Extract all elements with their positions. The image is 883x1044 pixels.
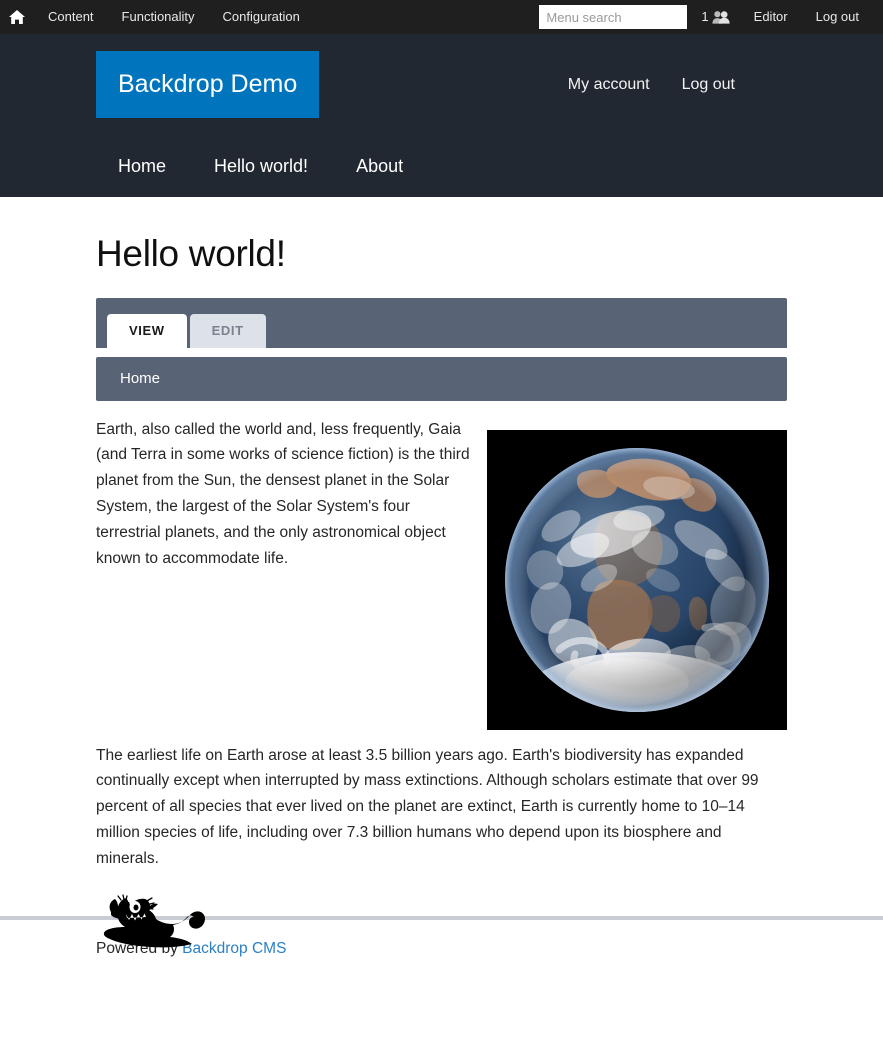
breadcrumb-item-home[interactable]: Home	[120, 370, 160, 387]
site-footer: Powered by Backdrop CMS	[0, 893, 883, 958]
admin-toolbar-right: 1 Editor Log out	[539, 0, 873, 34]
breadcrumb: Home	[96, 356, 787, 401]
local-tasks-tabs: VIEW EDIT	[96, 297, 787, 348]
admin-toolbar: Content Functionality Configuration 1 Ed…	[0, 0, 883, 34]
paragraph-with-image-block: Earth, also called the world and, less f…	[96, 417, 787, 738]
main-menu-item-about[interactable]: About	[332, 135, 427, 197]
admin-link-account[interactable]: Editor	[740, 0, 802, 34]
site-header: Backdrop Demo My account Log out Home He…	[0, 34, 883, 197]
secondary-menu-item-my-account[interactable]: My account	[568, 76, 650, 94]
tab-view[interactable]: VIEW	[107, 313, 187, 348]
site-name-logo[interactable]: Backdrop Demo	[96, 50, 320, 119]
admin-link-functionality[interactable]: Functionality	[108, 0, 209, 34]
page-title: Hello world!	[96, 233, 286, 274]
menu-search-input[interactable]	[539, 5, 688, 29]
online-user-count: 1	[701, 9, 709, 24]
main-menu: Home Hello world! About	[0, 135, 883, 197]
site-header-inner: Backdrop Demo My account Log out	[0, 34, 883, 135]
body-paragraph-2: The earliest life on Earth arose at leas…	[96, 746, 759, 867]
home-icon[interactable]	[0, 0, 34, 34]
node-body: Earth, also called the world and, less f…	[96, 401, 787, 872]
secondary-menu-item-log-out[interactable]: Log out	[682, 76, 735, 94]
page-content: Hello world! VIEW EDIT Home Earth, also …	[0, 233, 883, 872]
admin-link-configuration[interactable]: Configuration	[209, 0, 314, 34]
admin-link-content[interactable]: Content	[34, 0, 108, 34]
admin-link-logout[interactable]: Log out	[802, 0, 873, 34]
secondary-menu: My account Log out	[568, 76, 787, 94]
main-menu-item-home[interactable]: Home	[96, 135, 190, 197]
tab-edit[interactable]: EDIT	[189, 313, 266, 348]
main-menu-item-hello-world[interactable]: Hello world!	[190, 135, 332, 197]
people-icon	[712, 10, 740, 24]
earth-image	[487, 429, 787, 730]
admin-toolbar-left: Content Functionality Configuration	[0, 0, 314, 34]
backdrop-mascot-icon	[96, 892, 206, 955]
